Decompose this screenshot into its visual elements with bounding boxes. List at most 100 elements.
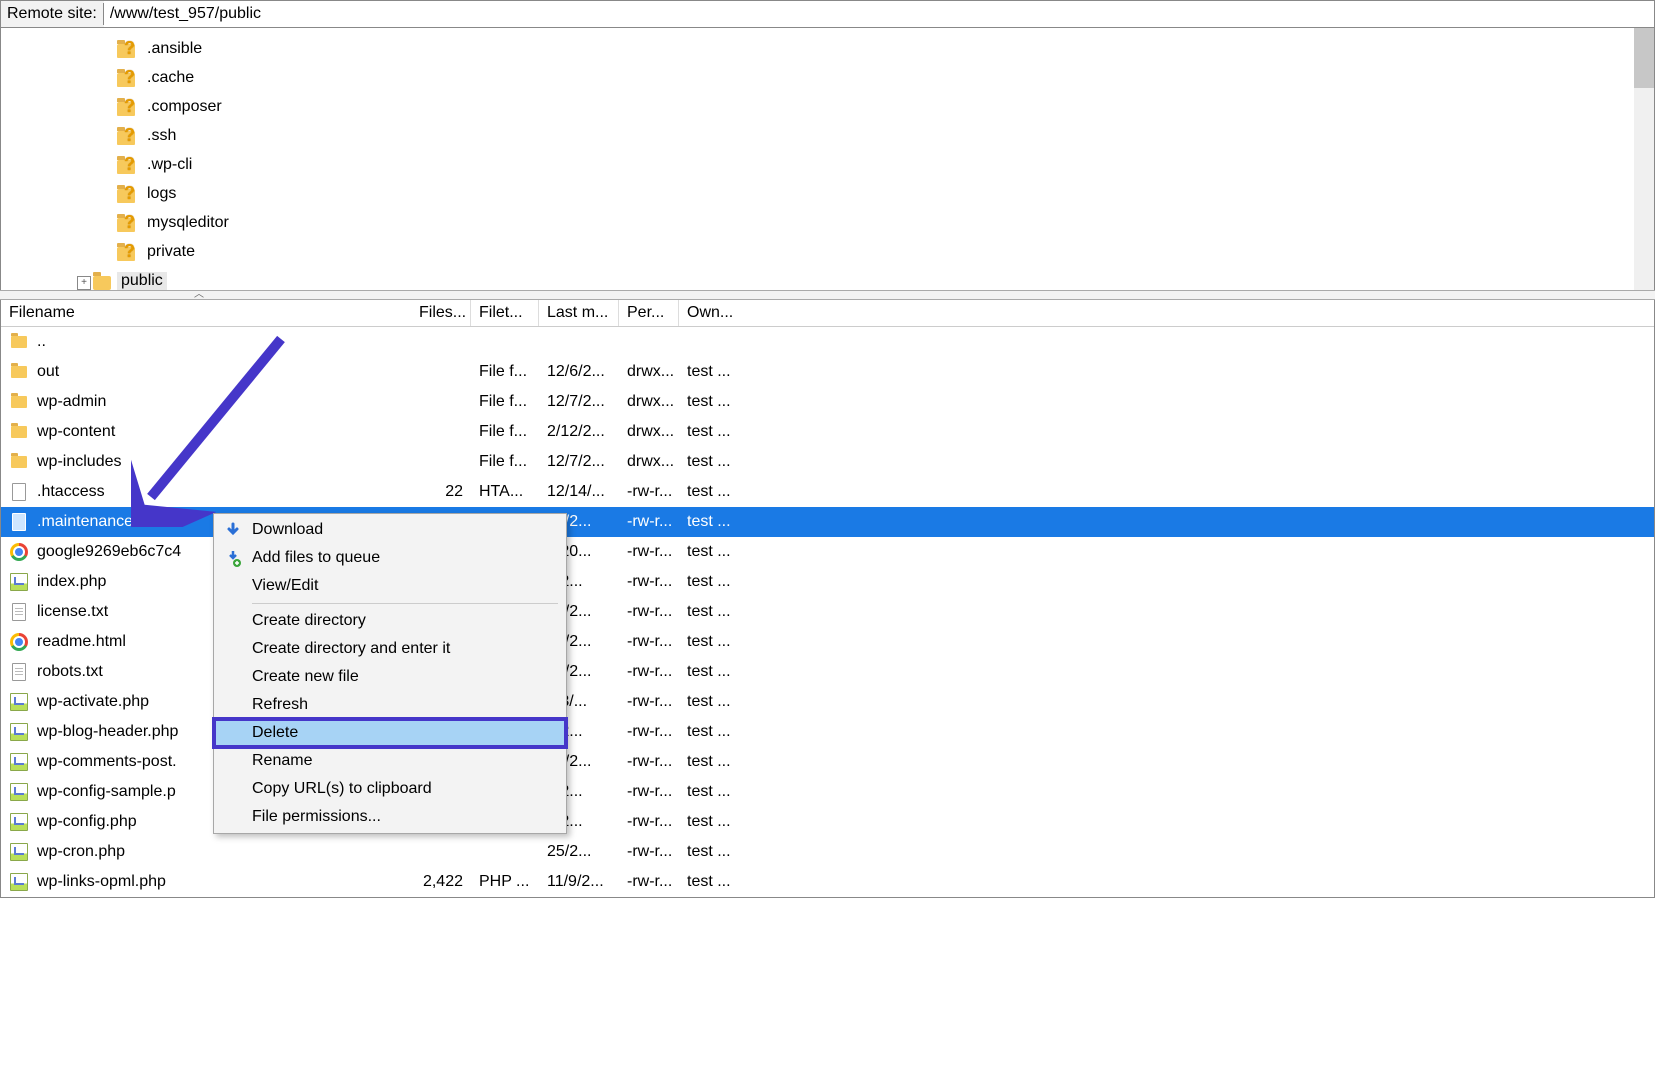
tree-scrollbar-track[interactable] xyxy=(1634,28,1654,290)
cell-lastmod: 2/12/2... xyxy=(539,423,619,441)
file-row[interactable]: outFile f...12/6/2...drwx...test ... xyxy=(1,357,1654,387)
cell-owner: test ... xyxy=(679,813,739,831)
php-file-icon xyxy=(9,752,29,772)
unknown-folder-icon: ? xyxy=(117,184,137,204)
tree-node[interactable]: ? .cache xyxy=(117,63,1654,92)
file-row[interactable]: wp-links-opml.php2,422PHP ...11/9/2...-r… xyxy=(1,867,1654,897)
tree-node[interactable]: ?mysqleditor xyxy=(117,208,1654,237)
file-name-text: wp-activate.php xyxy=(37,693,149,711)
menu-download[interactable]: Download xyxy=(214,516,566,544)
php-file-icon xyxy=(9,722,29,742)
cell-perms: -rw-r... xyxy=(619,543,679,561)
tree-node[interactable]: ? logs xyxy=(117,179,1654,208)
menu-create-dir[interactable]: Create directory xyxy=(214,607,566,635)
php-file-icon xyxy=(9,872,29,892)
file-name-text: readme.html xyxy=(37,633,126,651)
cell-perms: -rw-r... xyxy=(619,843,679,861)
cell-filename: .htaccess xyxy=(1,482,411,502)
col-perms[interactable]: Per... xyxy=(619,300,679,326)
file-row[interactable]: wp-includesFile f...12/7/2...drwx...test… xyxy=(1,447,1654,477)
tree-node[interactable]: ?.composer xyxy=(117,92,1654,121)
menu-rename-label: Rename xyxy=(252,752,312,770)
tree-scrollbar-thumb[interactable] xyxy=(1634,28,1654,88)
unknown-folder-icon: ? xyxy=(117,68,137,88)
text-file-icon xyxy=(9,602,29,622)
remote-path-input[interactable] xyxy=(104,1,1654,27)
cell-lastmod: 25/2... xyxy=(539,843,619,861)
cell-owner: test ... xyxy=(679,363,739,381)
file-icon xyxy=(9,512,29,532)
menu-create-file[interactable]: Create new file xyxy=(214,663,566,691)
folder-icon xyxy=(9,362,29,382)
cell-perms: -rw-r... xyxy=(619,723,679,741)
tree-node-label: .wp-cli xyxy=(143,156,196,174)
menu-rename[interactable]: Rename xyxy=(214,747,566,775)
tree-node-label: private xyxy=(143,243,199,261)
file-name-text: robots.txt xyxy=(37,663,103,681)
col-owner[interactable]: Own... xyxy=(679,300,739,326)
file-name-text: wp-includes xyxy=(37,453,121,471)
cell-filename: out xyxy=(1,362,411,382)
tree-node[interactable]: ?.ssh xyxy=(117,121,1654,150)
cell-perms: -rw-r... xyxy=(619,783,679,801)
cell-perms: -rw-r... xyxy=(619,753,679,771)
tree-expander-icon[interactable]: + xyxy=(77,276,91,290)
tree-node[interactable]: ?.wp-cli xyxy=(117,150,1654,179)
col-filesize[interactable]: Files... xyxy=(411,300,471,326)
cell-filetype: File f... xyxy=(471,453,539,471)
cell-filetype: HTA... xyxy=(471,483,539,501)
cell-perms: -rw-r... xyxy=(619,603,679,621)
cell-lastmod: 12/14/... xyxy=(539,483,619,501)
pane-splitter[interactable]: ︿ xyxy=(0,290,1655,300)
menu-delete[interactable]: Delete xyxy=(214,719,566,747)
tree-node-label: logs xyxy=(143,185,180,203)
file-row[interactable]: .htaccess22HTA...12/14/...-rw-r...test .… xyxy=(1,477,1654,507)
file-name-text: index.php xyxy=(37,573,106,591)
folder-icon xyxy=(9,452,29,472)
menu-file-perms[interactable]: File permissions... xyxy=(214,803,566,831)
file-name-text: .maintenance xyxy=(37,513,133,531)
tree-node[interactable]: +public xyxy=(97,266,1654,290)
cell-owner: test ... xyxy=(679,783,739,801)
cell-owner: test ... xyxy=(679,543,739,561)
menu-create-file-label: Create new file xyxy=(252,668,359,686)
cell-owner: test ... xyxy=(679,423,739,441)
cell-owner: test ... xyxy=(679,573,739,591)
tree-node[interactable]: ?.ansible xyxy=(117,34,1654,63)
menu-add-queue[interactable]: Add files to queue xyxy=(214,544,566,572)
cell-perms: -rw-r... xyxy=(619,693,679,711)
col-filename[interactable]: Filename xyxy=(1,300,411,326)
tree-node[interactable]: ?private xyxy=(117,237,1654,266)
cell-lastmod: 12/7/2... xyxy=(539,393,619,411)
cell-filesize: 2,422 xyxy=(411,873,471,891)
file-row[interactable]: wp-contentFile f...2/12/2...drwx...test … xyxy=(1,417,1654,447)
menu-copy-url-label: Copy URL(s) to clipboard xyxy=(252,780,432,798)
menu-copy-url[interactable]: Copy URL(s) to clipboard xyxy=(214,775,566,803)
menu-create-dir-label: Create directory xyxy=(252,612,366,630)
file-name-text: .htaccess xyxy=(37,483,105,501)
cell-lastmod: 12/6/2... xyxy=(539,363,619,381)
php-file-icon xyxy=(9,572,29,592)
tree-node-label: .cache xyxy=(143,69,198,87)
file-row[interactable]: wp-adminFile f...12/7/2...drwx...test ..… xyxy=(1,387,1654,417)
menu-file-perms-label: File permissions... xyxy=(252,808,381,826)
cell-perms: drwx... xyxy=(619,423,679,441)
column-headers: Filename Files... Filet... Last m... Per… xyxy=(1,300,1654,327)
menu-refresh[interactable]: Refresh xyxy=(214,691,566,719)
menu-create-dir-enter[interactable]: Create directory and enter it xyxy=(214,635,566,663)
file-row[interactable]: wp-cron.php25/2...-rw-r...test ... xyxy=(1,837,1654,867)
col-lastmod[interactable]: Last m... xyxy=(539,300,619,326)
menu-view-edit[interactable]: View/Edit xyxy=(214,572,566,600)
cell-perms: -rw-r... xyxy=(619,483,679,501)
file-name-text: wp-config-sample.p xyxy=(37,783,176,801)
menu-add-queue-label: Add files to queue xyxy=(252,549,380,567)
folder-icon xyxy=(9,332,29,352)
php-file-icon xyxy=(9,782,29,802)
file-list-pane: Filename Files... Filet... Last m... Per… xyxy=(0,300,1655,898)
php-file-icon xyxy=(9,842,29,862)
cell-perms: -rw-r... xyxy=(619,513,679,531)
file-name-text: wp-config.php xyxy=(37,813,137,831)
cell-filename: wp-cron.php xyxy=(1,842,411,862)
file-row[interactable]: .. xyxy=(1,327,1654,357)
col-filetype[interactable]: Filet... xyxy=(471,300,539,326)
